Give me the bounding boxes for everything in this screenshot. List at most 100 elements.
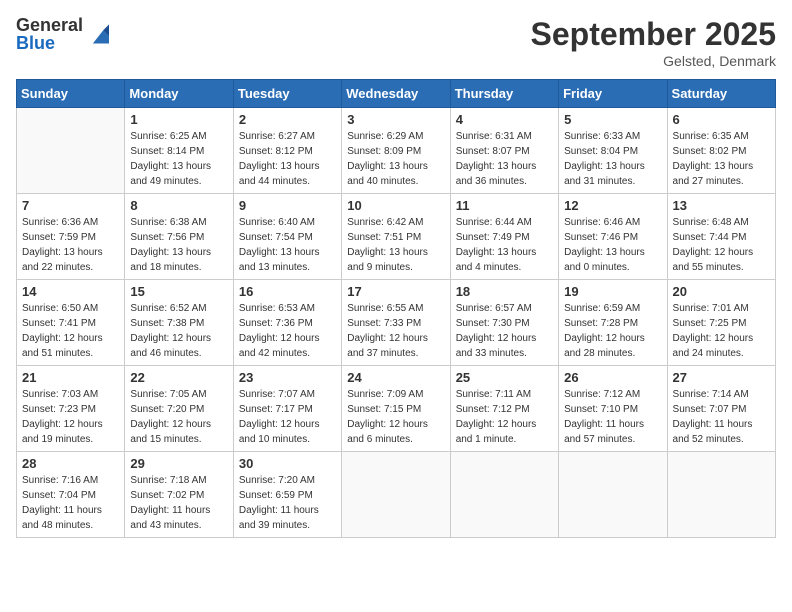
day-number: 19 xyxy=(564,284,661,299)
cell-info: Sunrise: 6:38 AMSunset: 7:56 PMDaylight:… xyxy=(130,215,227,275)
calendar-cell: 23Sunrise: 7:07 AMSunset: 7:17 PMDayligh… xyxy=(233,366,341,452)
cell-info: Sunrise: 6:55 AMSunset: 7:33 PMDaylight:… xyxy=(347,301,444,361)
cell-info: Sunrise: 6:57 AMSunset: 7:30 PMDaylight:… xyxy=(456,301,553,361)
day-number: 17 xyxy=(347,284,444,299)
calendar-week-2: 7 Sunrise: 6:36 AMSunset: 7:59 PMDaylight… xyxy=(17,194,776,280)
cell-info: Sunrise: 6:44 AMSunset: 7:49 PMDaylight:… xyxy=(456,215,553,275)
cell-info: Sunrise: 6:31 AMSunset: 8:07 PMDaylight:… xyxy=(456,129,553,189)
calendar-cell: 27 Sunrise: 7:14 AMSunset: 7:07 PMDayligh… xyxy=(667,366,775,452)
calendar-cell: 15Sunrise: 6:52 AMSunset: 7:38 PMDayligh… xyxy=(125,280,233,366)
calendar-cell: 28 Sunrise: 7:16 AMSunset: 7:04 PMDayligh… xyxy=(17,452,125,538)
calendar-cell: 2 Sunrise: 6:27 AMSunset: 8:12 PMDaylight… xyxy=(233,108,341,194)
cell-info: Sunrise: 7:07 AMSunset: 7:17 PMDaylight:… xyxy=(239,387,336,447)
calendar-week-5: 28 Sunrise: 7:16 AMSunset: 7:04 PMDayligh… xyxy=(17,452,776,538)
day-number: 10 xyxy=(347,198,444,213)
day-number: 4 xyxy=(456,112,553,127)
cell-info: Sunrise: 7:11 AMSunset: 7:12 PMDaylight:… xyxy=(456,387,553,447)
day-header-thursday: Thursday xyxy=(450,80,558,108)
calendar-cell: 10 Sunrise: 6:42 AMSunset: 7:51 PMDayligh… xyxy=(342,194,450,280)
day-number: 8 xyxy=(130,198,227,213)
cell-info: Sunrise: 6:36 AMSunset: 7:59 PMDaylight:… xyxy=(22,215,119,275)
day-number: 30 xyxy=(239,456,336,471)
calendar-cell: 11 Sunrise: 6:44 AMSunset: 7:49 PMDayligh… xyxy=(450,194,558,280)
cell-info: Sunrise: 6:53 AMSunset: 7:36 PMDaylight:… xyxy=(239,301,336,361)
cell-info: Sunrise: 7:14 AMSunset: 7:07 PMDaylight:… xyxy=(673,387,770,447)
day-header-tuesday: Tuesday xyxy=(233,80,341,108)
calendar-cell: 3 Sunrise: 6:29 AMSunset: 8:09 PMDaylight… xyxy=(342,108,450,194)
calendar-cell: 16 Sunrise: 6:53 AMSunset: 7:36 PMDayligh… xyxy=(233,280,341,366)
title-area: September 2025 Gelsted, Denmark xyxy=(531,16,776,69)
day-number: 1 xyxy=(130,112,227,127)
calendar-header-row: SundayMondayTuesdayWednesdayThursdayFrid… xyxy=(17,80,776,108)
calendar-cell: 14Sunrise: 6:50 AMSunset: 7:41 PMDayligh… xyxy=(17,280,125,366)
cell-info: Sunrise: 6:42 AMSunset: 7:51 PMDaylight:… xyxy=(347,215,444,275)
cell-info: Sunrise: 7:03 AMSunset: 7:23 PMDaylight:… xyxy=(22,387,119,447)
cell-info: Sunrise: 6:35 AMSunset: 8:02 PMDaylight:… xyxy=(673,129,770,189)
calendar-week-4: 21Sunrise: 7:03 AMSunset: 7:23 PMDayligh… xyxy=(17,366,776,452)
day-number: 15 xyxy=(130,284,227,299)
logo: General Blue xyxy=(16,16,109,52)
cell-info: Sunrise: 7:09 AMSunset: 7:15 PMDaylight:… xyxy=(347,387,444,447)
calendar-cell xyxy=(342,452,450,538)
cell-info: Sunrise: 6:27 AMSunset: 8:12 PMDaylight:… xyxy=(239,129,336,189)
day-number: 28 xyxy=(22,456,119,471)
calendar-cell: 5 Sunrise: 6:33 AMSunset: 8:04 PMDaylight… xyxy=(559,108,667,194)
calendar-cell: 7 Sunrise: 6:36 AMSunset: 7:59 PMDaylight… xyxy=(17,194,125,280)
calendar-cell xyxy=(559,452,667,538)
logo-general: General xyxy=(16,16,83,34)
cell-info: Sunrise: 6:25 AMSunset: 8:14 PMDaylight:… xyxy=(130,129,227,189)
day-number: 7 xyxy=(22,198,119,213)
cell-info: Sunrise: 7:18 AMSunset: 7:02 PMDaylight:… xyxy=(130,473,227,533)
day-header-friday: Friday xyxy=(559,80,667,108)
calendar-cell: 1 Sunrise: 6:25 AMSunset: 8:14 PMDaylight… xyxy=(125,108,233,194)
cell-info: Sunrise: 6:48 AMSunset: 7:44 PMDaylight:… xyxy=(673,215,770,275)
calendar-cell: 18Sunrise: 6:57 AMSunset: 7:30 PMDayligh… xyxy=(450,280,558,366)
calendar-cell: 9Sunrise: 6:40 AMSunset: 7:54 PMDaylight… xyxy=(233,194,341,280)
cell-info: Sunrise: 7:05 AMSunset: 7:20 PMDaylight:… xyxy=(130,387,227,447)
calendar-cell: 13 Sunrise: 6:48 AMSunset: 7:44 PMDayligh… xyxy=(667,194,775,280)
calendar-cell: 25 Sunrise: 7:11 AMSunset: 7:12 PMDayligh… xyxy=(450,366,558,452)
calendar-cell: 26Sunrise: 7:12 AMSunset: 7:10 PMDayligh… xyxy=(559,366,667,452)
page-header: General Blue September 2025 Gelsted, Den… xyxy=(16,16,776,69)
day-number: 29 xyxy=(130,456,227,471)
day-header-wednesday: Wednesday xyxy=(342,80,450,108)
cell-info: Sunrise: 7:16 AMSunset: 7:04 PMDaylight:… xyxy=(22,473,119,533)
day-number: 16 xyxy=(239,284,336,299)
calendar-week-1: 1 Sunrise: 6:25 AMSunset: 8:14 PMDaylight… xyxy=(17,108,776,194)
day-number: 13 xyxy=(673,198,770,213)
day-header-monday: Monday xyxy=(125,80,233,108)
day-number: 24 xyxy=(347,370,444,385)
cell-info: Sunrise: 6:33 AMSunset: 8:04 PMDaylight:… xyxy=(564,129,661,189)
calendar-cell: 24 Sunrise: 7:09 AMSunset: 7:15 PMDayligh… xyxy=(342,366,450,452)
logo-icon xyxy=(87,23,109,45)
location: Gelsted, Denmark xyxy=(531,53,776,69)
calendar-cell: 29 Sunrise: 7:18 AMSunset: 7:02 PMDayligh… xyxy=(125,452,233,538)
day-number: 5 xyxy=(564,112,661,127)
calendar-cell xyxy=(450,452,558,538)
day-number: 25 xyxy=(456,370,553,385)
cell-info: Sunrise: 6:29 AMSunset: 8:09 PMDaylight:… xyxy=(347,129,444,189)
calendar-cell: 17 Sunrise: 6:55 AMSunset: 7:33 PMDayligh… xyxy=(342,280,450,366)
day-number: 6 xyxy=(673,112,770,127)
cell-info: Sunrise: 6:59 AMSunset: 7:28 PMDaylight:… xyxy=(564,301,661,361)
cell-info: Sunrise: 6:50 AMSunset: 7:41 PMDaylight:… xyxy=(22,301,119,361)
day-number: 20 xyxy=(673,284,770,299)
day-number: 3 xyxy=(347,112,444,127)
day-number: 26 xyxy=(564,370,661,385)
cell-info: Sunrise: 6:46 AMSunset: 7:46 PMDaylight:… xyxy=(564,215,661,275)
day-number: 27 xyxy=(673,370,770,385)
calendar-cell: 22Sunrise: 7:05 AMSunset: 7:20 PMDayligh… xyxy=(125,366,233,452)
day-header-saturday: Saturday xyxy=(667,80,775,108)
calendar-cell: 6 Sunrise: 6:35 AMSunset: 8:02 PMDaylight… xyxy=(667,108,775,194)
calendar-cell: 8 Sunrise: 6:38 AMSunset: 7:56 PMDaylight… xyxy=(125,194,233,280)
day-number: 2 xyxy=(239,112,336,127)
logo-blue: Blue xyxy=(16,34,83,52)
cell-info: Sunrise: 6:40 AMSunset: 7:54 PMDaylight:… xyxy=(239,215,336,275)
calendar-cell xyxy=(667,452,775,538)
month-title: September 2025 xyxy=(531,16,776,53)
calendar-cell: 30Sunrise: 7:20 AMSunset: 6:59 PMDayligh… xyxy=(233,452,341,538)
day-number: 11 xyxy=(456,198,553,213)
day-header-sunday: Sunday xyxy=(17,80,125,108)
calendar-cell: 4 Sunrise: 6:31 AMSunset: 8:07 PMDaylight… xyxy=(450,108,558,194)
calendar-cell xyxy=(17,108,125,194)
